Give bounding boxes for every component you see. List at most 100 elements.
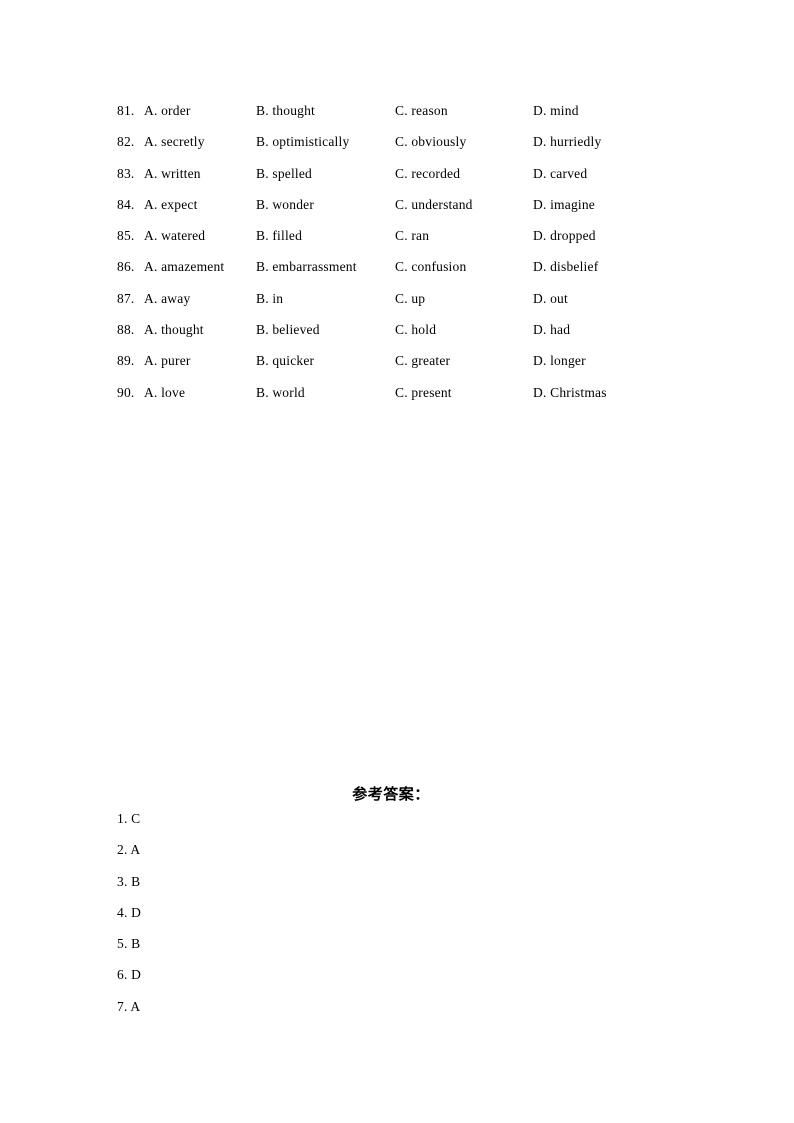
answer-row: 4. D — [0, 903, 794, 934]
option-a: A. watered — [144, 226, 205, 246]
option-b-label: B. — [256, 134, 269, 150]
option-b: B. optimistically — [256, 132, 349, 152]
question-number: 86. — [117, 259, 135, 275]
option-c-text: ran — [411, 228, 430, 244]
question-number: 82. — [117, 134, 135, 150]
option-b-text: embarrassment — [272, 259, 357, 275]
option-a-label: A. — [144, 290, 158, 306]
option-c-text: greater — [411, 353, 451, 369]
option-b: B. filled — [256, 226, 302, 246]
option-c: C. reason — [395, 101, 448, 121]
option-c-text: hold — [411, 322, 437, 338]
question-row: 90. A. love B. world C. present D. Chris… — [0, 383, 794, 414]
option-c-label: C. — [395, 134, 408, 150]
option-d-label: D. — [533, 259, 547, 275]
option-d-label: D. — [533, 290, 547, 306]
question-row: 81. A. order B. thought C. reason D. min… — [0, 101, 794, 132]
question-number: 81. — [117, 103, 135, 118]
option-b-label: B. — [256, 353, 269, 369]
answer-row: 7. A — [0, 997, 794, 1028]
option-a-text: expect — [161, 196, 198, 212]
option-b-label: B. — [256, 290, 269, 306]
option-b-text: believed — [272, 322, 320, 338]
option-a-text: away — [161, 290, 191, 306]
option-d-text: had — [550, 322, 571, 338]
question-number: 87. — [117, 290, 135, 306]
option-d-label: D. — [533, 196, 547, 212]
option-c: C. greater — [395, 351, 450, 371]
option-d-text: Christmas — [550, 384, 607, 400]
option-c-label: C. — [395, 322, 408, 338]
option-a-label: A. — [144, 103, 158, 118]
option-b-text: in — [272, 290, 284, 306]
option-b: B. world — [256, 383, 305, 403]
option-a-label: A. — [144, 196, 158, 212]
option-c-text: reason — [411, 103, 448, 118]
option-c: C. obviously — [395, 132, 466, 152]
option-a: A. love — [144, 383, 185, 403]
option-a-text: purer — [161, 353, 191, 369]
option-b-label: B. — [256, 384, 269, 400]
cloze-options-list: 81. A. order B. thought C. reason D. min… — [0, 101, 794, 414]
option-c-label: C. — [395, 103, 408, 118]
option-c-label: C. — [395, 353, 408, 369]
option-b-text: world — [272, 384, 305, 400]
question-row: 89. A. purer B. quicker C. greater D. lo… — [0, 351, 794, 382]
option-b: B. embarrassment — [256, 257, 357, 277]
option-d: D. Christmas — [533, 383, 607, 403]
question-row: 87. A. away B. in C. up D. out — [0, 289, 794, 320]
option-c-label: C. — [395, 259, 408, 275]
option-d-label: D. — [533, 134, 547, 150]
option-a: A. written — [144, 164, 201, 184]
answer-item-text: 6. D — [117, 967, 142, 983]
option-d-text: disbelief — [550, 259, 599, 275]
option-a-label: A. — [144, 228, 158, 244]
option-d-text: mind — [550, 103, 579, 118]
option-c-text: obviously — [411, 134, 467, 150]
option-d-text: hurriedly — [550, 134, 602, 150]
option-b-text: wonder — [272, 196, 315, 212]
option-c: C. ran — [395, 226, 429, 246]
answer-item-text: 7. A — [117, 998, 141, 1014]
option-c-text: present — [411, 384, 452, 400]
option-b-text: quicker — [272, 353, 315, 369]
answer-key-list: 1. C 2. A 3. B 4. D 5. B 6. D 7. A — [0, 809, 794, 1028]
option-d: D. longer — [533, 351, 586, 371]
answer-key-heading-text: 参考答案： — [352, 785, 430, 803]
option-c: C. present — [395, 383, 452, 403]
option-d-label: D. — [533, 322, 547, 338]
answer-key-heading: 参考答案： — [0, 784, 794, 804]
option-c-label: C. — [395, 165, 408, 181]
option-d-label: D. — [533, 103, 547, 118]
question-number: 90. — [117, 384, 135, 400]
answer-row: 6. D — [0, 965, 794, 996]
option-b: B. believed — [256, 320, 320, 340]
answer-row: 5. B — [0, 934, 794, 965]
option-b: B. wonder — [256, 195, 314, 215]
question-row: 86. A. amazement B. embarrassment C. con… — [0, 257, 794, 288]
document-page: 81. A. order B. thought C. reason D. min… — [0, 0, 794, 1123]
answer-item-text: 5. B — [117, 936, 141, 952]
option-c-text: confusion — [411, 259, 467, 275]
option-b-label: B. — [256, 103, 269, 118]
option-c: C. up — [395, 289, 425, 309]
option-d-label: D. — [533, 165, 547, 181]
option-c-label: C. — [395, 290, 408, 306]
option-b-label: B. — [256, 322, 269, 338]
option-b: B. in — [256, 289, 283, 309]
option-c-text: up — [411, 290, 426, 306]
option-b: B. thought — [256, 101, 315, 121]
option-a: A. thought — [144, 320, 204, 340]
option-b-label: B. — [256, 196, 269, 212]
option-d: D. disbelief — [533, 257, 598, 277]
answer-row: 2. A — [0, 840, 794, 871]
option-b-text: optimistically — [272, 134, 350, 150]
option-d: D. out — [533, 289, 568, 309]
option-a: A. amazement — [144, 257, 224, 277]
option-b-label: B. — [256, 228, 269, 244]
option-a-text: love — [161, 384, 186, 400]
option-d-label: D. — [533, 228, 547, 244]
option-b-text: spelled — [272, 165, 312, 181]
option-d: D. had — [533, 320, 570, 340]
option-a-text: secretly — [161, 134, 205, 150]
